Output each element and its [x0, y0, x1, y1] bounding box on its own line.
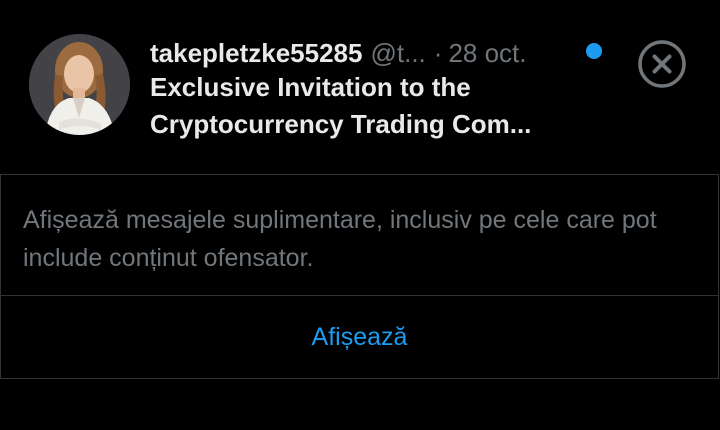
message-preview-line: Cryptocurrency Trading Com... — [150, 109, 532, 139]
message-preview: Exclusive Invitation to the Cryptocurren… — [150, 69, 600, 143]
message-item[interactable]: takepletzke55285 @t... · 28 oct. Exclusi… — [0, 0, 720, 175]
unread-dot-icon — [586, 43, 602, 59]
timestamp: 28 oct. — [448, 38, 527, 68]
close-button[interactable] — [636, 38, 688, 90]
username[interactable]: takepletzke55285 — [150, 36, 362, 70]
user-handle: @t... — [370, 38, 426, 68]
message-header: takepletzke55285 @t... · 28 oct. — [150, 36, 527, 70]
show-button[interactable]: Afișează — [1, 296, 718, 378]
message-preview-line: Exclusive Invitation to the — [150, 72, 471, 102]
close-circle-icon — [638, 40, 686, 88]
avatar[interactable] — [29, 34, 130, 135]
separator-dot: · — [433, 38, 443, 68]
hidden-messages-notice: Afișează mesajele suplimentare, inclusiv… — [23, 206, 657, 272]
